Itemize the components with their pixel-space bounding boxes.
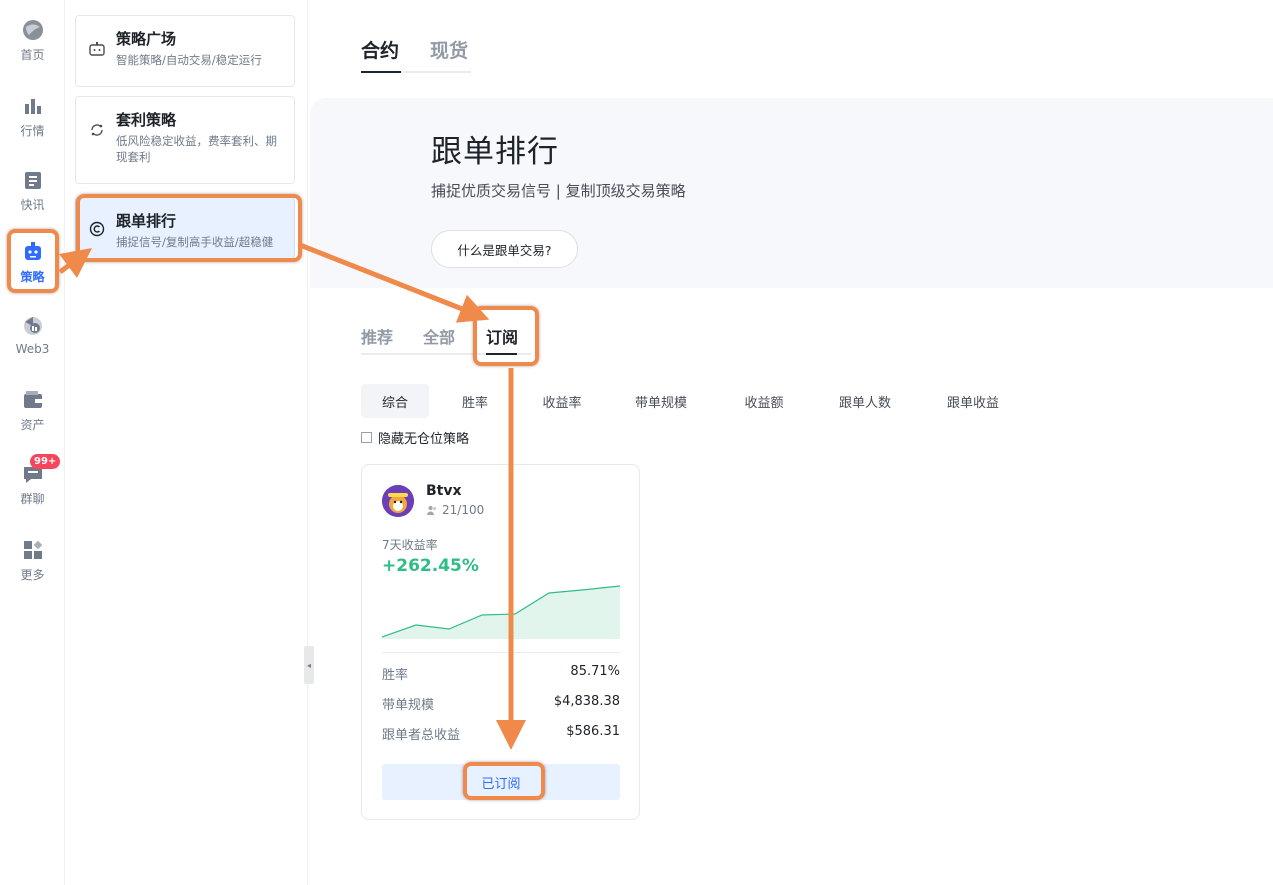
tab-all[interactable]: 全部 [423, 324, 455, 348]
tab-spot[interactable]: 现货 [430, 36, 468, 63]
users-icon [426, 504, 438, 516]
checkbox-box[interactable] [361, 432, 372, 443]
filter-followers[interactable]: 跟单人数 [823, 384, 907, 418]
news-icon [21, 168, 45, 192]
bar-chart-icon [21, 94, 45, 118]
hide-empty-checkbox[interactable]: 隐藏无仓位策略 [361, 428, 469, 447]
checkbox-label: 隐藏无仓位策略 [378, 432, 470, 447]
trader-card[interactable]: Btvx 21/100 7天收益率 +262.45% 胜率 85.71% 带单规… [361, 464, 640, 820]
rail-item-news[interactable]: 快讯 [0, 164, 65, 228]
rail-item-chat[interactable]: 99+ 群聊 [0, 454, 65, 522]
hero-banner: 跟单排行 捕捉优质交易信号 | 复制顶级交易策略 什么是跟单交易? [310, 98, 1273, 288]
copy-icon [88, 220, 106, 238]
rail-item-home[interactable]: 首页 [0, 14, 65, 78]
robot-icon [21, 240, 45, 264]
rail-label-more: 更多 [20, 568, 45, 582]
profit-row: 跟单者总收益 $586.31 [382, 724, 620, 743]
return-value: +262.45% [382, 556, 479, 576]
win-rate-label: 胜率 [382, 668, 409, 683]
rail-label-strategy: 策略 [20, 270, 45, 284]
sidebar-item-title: 策略广场 [116, 30, 177, 48]
scale-label: 带单规模 [382, 698, 435, 713]
rail-label-home: 首页 [20, 48, 45, 62]
page-title: 跟单排行 [431, 134, 559, 170]
sidebar-item-copy-trading-rank[interactable]: 跟单排行 捕捉信号/复制高手收益/超稳健 [75, 197, 295, 259]
top-tab-underline [361, 71, 401, 73]
filter-overall[interactable]: 综合 [361, 384, 429, 418]
profit-label: 跟单者总收益 [382, 728, 461, 743]
rail-item-assets[interactable]: 资产 [0, 384, 65, 448]
sidebar-item-arbitrage[interactable]: 套利策略 低风险稳定收益，费率套利、期现套利 [75, 96, 295, 184]
sidebar-item-desc: 捕捉信号/复制高手收益/超稳健 [116, 235, 274, 249]
rail-label-web3: Web3 [15, 342, 50, 356]
scale-row: 带单规模 $4,838.38 [382, 694, 620, 713]
filter-scale[interactable]: 带单规模 [621, 384, 701, 418]
follower-count: 21/100 [426, 503, 484, 517]
follower-count-value: 21/100 [442, 503, 485, 517]
tab-recommended[interactable]: 推荐 [361, 324, 393, 348]
return-label: 7天收益率 [382, 538, 438, 552]
filter-return-rate[interactable]: 收益率 [527, 384, 597, 418]
tab-underline [486, 353, 517, 355]
wallet-icon [21, 388, 45, 412]
subscribed-button[interactable]: 已订阅 [382, 764, 620, 800]
cycle-icon [88, 121, 106, 139]
win-rate-value: 85.71% [570, 664, 620, 679]
what-is-copy-trading-button[interactable]: 什么是跟单交易? [431, 230, 578, 268]
win-rate-row: 胜率 85.71% [382, 664, 620, 683]
page-subtitle: 捕捉优质交易信号 | 复制顶级交易策略 [431, 182, 686, 200]
rail-item-web3[interactable]: Web3 [0, 310, 65, 374]
return-sparkline [382, 585, 620, 639]
unread-badge: 99+ [30, 454, 61, 469]
rail-label-assets: 资产 [20, 418, 45, 432]
nav-rail: 首页 行情 快讯 策略 Web3 资产 99+ 群聊 更多 [0, 0, 65, 885]
sidebar-item-title: 跟单排行 [116, 212, 177, 230]
main-content: 合约 现货 跟单排行 捕捉优质交易信号 | 复制顶级交易策略 什么是跟单交易? … [310, 0, 1273, 885]
grid-icon [21, 538, 45, 562]
trader-name: Btvx [426, 483, 462, 499]
profit-value: $586.31 [566, 724, 620, 739]
scale-value: $4,838.38 [553, 694, 620, 709]
rail-label-chat: 群聊 [20, 492, 45, 506]
sidebar-item-strategy-square[interactable]: 策略广场 智能策略/自动交易/稳定运行 [75, 15, 295, 87]
avatar [382, 485, 414, 517]
card-divider [382, 652, 620, 653]
filter-profit[interactable]: 收益额 [729, 384, 799, 418]
globe-icon [21, 18, 45, 42]
filter-win-rate[interactable]: 胜率 [447, 384, 503, 418]
tab-subscribed[interactable]: 订阅 [486, 324, 518, 348]
rail-label-news: 快讯 [20, 198, 45, 212]
rail-item-more[interactable]: 更多 [0, 534, 65, 598]
sidebar-item-title: 套利策略 [116, 111, 177, 129]
rail-item-strategy[interactable]: 策略 [0, 236, 65, 300]
filter-follow-profit[interactable]: 跟单收益 [931, 384, 1015, 418]
sidebar-item-desc: 智能策略/自动交易/稳定运行 [116, 53, 262, 67]
rail-label-market: 行情 [20, 124, 45, 138]
rail-item-market[interactable]: 行情 [0, 90, 65, 154]
tab-futures[interactable]: 合约 [361, 36, 399, 63]
sidebar-item-desc: 低风险稳定收益，费率套利、期现套利 [116, 134, 277, 164]
strategy-sidebar: 策略广场 智能策略/自动交易/稳定运行 套利策略 低风险稳定收益，费率套利、期现… [65, 0, 308, 885]
robot-outline-icon [88, 40, 106, 58]
web3-icon [21, 314, 45, 338]
